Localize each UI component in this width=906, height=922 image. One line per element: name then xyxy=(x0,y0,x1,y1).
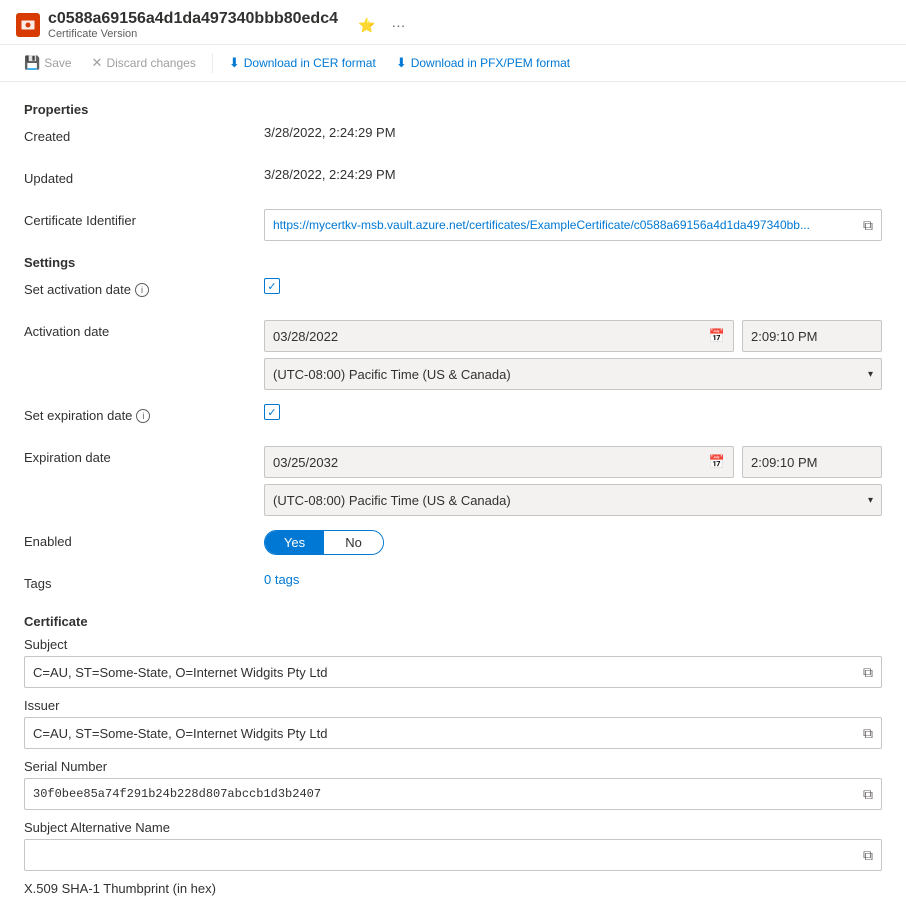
discard-label: Discard changes xyxy=(106,56,195,70)
set-activation-date-label: Set activation date i xyxy=(24,278,264,297)
enabled-row: Enabled Yes No xyxy=(24,530,882,558)
serial-number-value: 30f0bee85a74f291b24b228d807abccb1d3b2407 xyxy=(33,787,863,801)
page-subtitle: Certificate Version xyxy=(48,28,338,40)
expiration-date-label: Expiration date xyxy=(24,446,264,465)
save-icon: 💾 xyxy=(24,55,40,71)
issuer-group: Issuer C=AU, ST=Some-State, O=Internet W… xyxy=(24,698,882,749)
activation-time-field[interactable]: 2:09:10 PM xyxy=(742,320,882,352)
serial-number-group: Serial Number 30f0bee85a74f291b24b228d80… xyxy=(24,759,882,810)
enabled-no-button[interactable]: No xyxy=(324,531,383,554)
enabled-label: Enabled xyxy=(24,530,264,549)
issuer-field-label: Issuer xyxy=(24,698,882,713)
title-bar: c0588a69156a4d1da497340bbb80edc4 Certifi… xyxy=(0,0,906,44)
issuer-value: C=AU, ST=Some-State, O=Internet Widgits … xyxy=(33,726,863,741)
download-pfx-label: Download in PFX/PEM format xyxy=(411,56,570,70)
cert-identifier-field: https://mycertkv-msb.vault.azure.net/cer… xyxy=(264,209,882,241)
page-title: c0588a69156a4d1da497340bbb80edc4 xyxy=(48,10,338,28)
cert-identifier-url: https://mycertkv-msb.vault.azure.net/cer… xyxy=(273,218,863,232)
cert-version-icon xyxy=(16,13,40,37)
activation-date-time-row: 03/28/2022 📅 2:09:10 PM xyxy=(264,320,882,352)
expiration-timezone-dropdown[interactable]: (UTC-08:00) Pacific Time (US & Canada) ▾ xyxy=(264,484,882,516)
expiration-date-info-icon[interactable]: i xyxy=(136,409,150,423)
set-expiration-date-value xyxy=(264,404,882,420)
tags-value: 0 tags xyxy=(264,572,882,587)
set-activation-date-checkbox[interactable] xyxy=(264,278,280,294)
activation-date-label: Activation date xyxy=(24,320,264,339)
subject-field: C=AU, ST=Some-State, O=Internet Widgits … xyxy=(24,656,882,688)
updated-row: Updated 3/28/2022, 2:24:29 PM xyxy=(24,167,882,195)
activation-checkbox-wrap xyxy=(264,278,882,294)
tags-link[interactable]: 0 tags xyxy=(264,572,299,587)
activation-date-info-icon[interactable]: i xyxy=(135,283,149,297)
cert-identifier-label: Certificate Identifier xyxy=(24,209,264,228)
pin-button[interactable]: ⭐ xyxy=(354,15,379,36)
title-actions: ⭐ ··· xyxy=(354,15,409,36)
copy-subject-button[interactable]: ⧉ xyxy=(863,664,873,681)
more-options-button[interactable]: ··· xyxy=(387,15,409,35)
copy-issuer-button[interactable]: ⧉ xyxy=(863,725,873,742)
title-main: c0588a69156a4d1da497340bbb80edc4 Certifi… xyxy=(48,10,338,40)
subject-field-label: Subject xyxy=(24,637,882,652)
activation-date-field[interactable]: 03/28/2022 📅 xyxy=(264,320,734,352)
expiration-calendar-icon: 📅 xyxy=(709,454,725,470)
set-activation-date-value xyxy=(264,278,882,294)
subject-alt-name-group: Subject Alternative Name ⧉ xyxy=(24,820,882,871)
created-row: Created 3/28/2022, 2:24:29 PM xyxy=(24,125,882,153)
updated-value: 3/28/2022, 2:24:29 PM xyxy=(264,167,882,182)
copy-cert-identifier-button[interactable]: ⧉ xyxy=(863,217,873,234)
expiration-tz-chevron-icon: ▾ xyxy=(868,495,873,506)
subject-alt-name-label: Subject Alternative Name xyxy=(24,820,882,835)
thumbprint-label: X.509 SHA-1 Thumbprint (in hex) xyxy=(24,881,882,896)
activation-calendar-icon: 📅 xyxy=(709,328,725,344)
expiration-date-row: Expiration date 03/25/2032 📅 2:09:10 PM … xyxy=(24,446,882,516)
tags-row: Tags 0 tags xyxy=(24,572,882,600)
content-area: Properties Created 3/28/2022, 2:24:29 PM… xyxy=(0,82,906,922)
download-pfx-icon: ⬇ xyxy=(396,55,407,71)
expiration-date-field[interactable]: 03/25/2032 📅 xyxy=(264,446,734,478)
properties-section-title: Properties xyxy=(24,102,882,117)
subject-group: Subject C=AU, ST=Some-State, O=Internet … xyxy=(24,637,882,688)
copy-subject-alt-name-button[interactable]: ⧉ xyxy=(863,847,873,864)
cert-identifier-value: https://mycertkv-msb.vault.azure.net/cer… xyxy=(264,209,882,241)
discard-icon: ✕ xyxy=(92,55,103,71)
subject-alt-name-field: ⧉ xyxy=(24,839,882,871)
download-cer-icon: ⬇ xyxy=(229,55,240,71)
set-expiration-date-row: Set expiration date i xyxy=(24,404,882,432)
expiration-time-field[interactable]: 2:09:10 PM xyxy=(742,446,882,478)
settings-section-title: Settings xyxy=(24,255,882,270)
activation-date-value: 03/28/2022 📅 2:09:10 PM (UTC-08:00) Paci… xyxy=(264,320,882,390)
created-label: Created xyxy=(24,125,264,144)
updated-label: Updated xyxy=(24,167,264,186)
download-cer-label: Download in CER format xyxy=(244,56,376,70)
created-value: 3/28/2022, 2:24:29 PM xyxy=(264,125,882,140)
subject-value: C=AU, ST=Some-State, O=Internet Widgits … xyxy=(33,665,863,680)
set-expiration-date-checkbox[interactable] xyxy=(264,404,280,420)
thumbprint-group: X.509 SHA-1 Thumbprint (in hex) xyxy=(24,881,882,896)
copy-serial-number-button[interactable]: ⧉ xyxy=(863,786,873,803)
save-button[interactable]: 💾 Save xyxy=(16,51,80,75)
tags-label: Tags xyxy=(24,572,264,591)
toolbar-divider xyxy=(212,53,213,73)
enabled-yes-button[interactable]: Yes xyxy=(265,531,324,554)
download-pfx-button[interactable]: ⬇ Download in PFX/PEM format xyxy=(388,51,578,75)
download-cer-button[interactable]: ⬇ Download in CER format xyxy=(221,51,384,75)
expiration-date-value: 03/25/2032 📅 2:09:10 PM (UTC-08:00) Paci… xyxy=(264,446,882,516)
toolbar: 💾 Save ✕ Discard changes ⬇ Download in C… xyxy=(0,44,906,82)
cert-identifier-row: Certificate Identifier https://mycertkv-… xyxy=(24,209,882,241)
discard-button[interactable]: ✕ Discard changes xyxy=(84,51,204,75)
enabled-toggle-group: Yes No xyxy=(264,530,384,555)
serial-number-label: Serial Number xyxy=(24,759,882,774)
serial-number-field: 30f0bee85a74f291b24b228d807abccb1d3b2407… xyxy=(24,778,882,810)
activation-timezone-dropdown[interactable]: (UTC-08:00) Pacific Time (US & Canada) ▾ xyxy=(264,358,882,390)
expiration-date-time-row: 03/25/2032 📅 2:09:10 PM xyxy=(264,446,882,478)
activation-date-row: Activation date 03/28/2022 📅 2:09:10 PM … xyxy=(24,320,882,390)
save-label: Save xyxy=(44,56,71,70)
set-activation-date-row: Set activation date i xyxy=(24,278,882,306)
enabled-value: Yes No xyxy=(264,530,882,555)
expiration-checkbox-wrap xyxy=(264,404,882,420)
certificate-section-title: Certificate xyxy=(24,614,882,629)
activation-tz-chevron-icon: ▾ xyxy=(868,369,873,380)
set-expiration-date-label: Set expiration date i xyxy=(24,404,264,423)
issuer-field: C=AU, ST=Some-State, O=Internet Widgits … xyxy=(24,717,882,749)
